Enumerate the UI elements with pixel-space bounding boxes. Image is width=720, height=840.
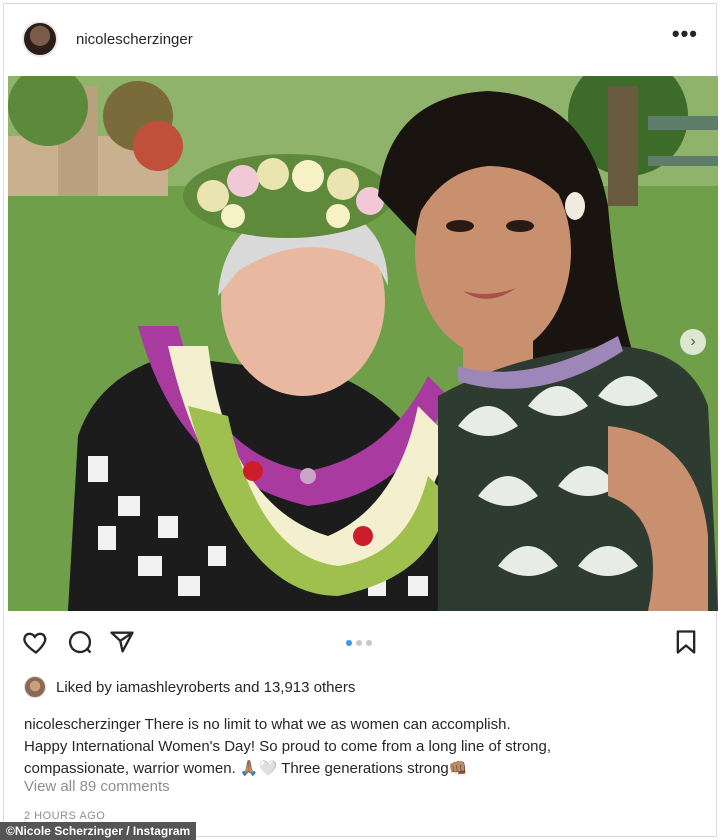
more-options-icon[interactable]: ••• (672, 23, 698, 49)
carousel-dot-active (346, 640, 352, 646)
view-comments-link[interactable]: View all 89 comments (24, 778, 170, 795)
caption-line-1: There is no limit to what we as women ca… (144, 716, 511, 733)
instagram-post: nicolescherzinger ••• › Liked by iamashl… (3, 3, 718, 837)
carousel-dot (356, 640, 362, 646)
bookmark-icon[interactable] (672, 628, 700, 656)
share-icon[interactable] (108, 628, 136, 656)
carousel-next-icon[interactable]: › (680, 329, 706, 355)
action-bar (4, 616, 716, 664)
post-header: nicolescherzinger ••• (4, 4, 716, 74)
post-username[interactable]: nicolescherzinger (76, 31, 193, 48)
likes-row[interactable]: Liked by iamashleyroberts and 13,913 oth… (24, 676, 355, 698)
caption-username[interactable]: nicolescherzinger (24, 716, 141, 733)
carousel-dot (366, 640, 372, 646)
photo-illustration (8, 76, 718, 611)
caption-line-2: Happy International Women's Day! So prou… (24, 738, 552, 755)
carousel-indicator (346, 640, 372, 646)
like-heart-icon[interactable] (22, 628, 50, 656)
post-photo[interactable]: › (8, 76, 718, 611)
liker-avatar (24, 676, 46, 698)
likes-text: Liked by iamashleyroberts and 13,913 oth… (56, 678, 356, 696)
photo-credit: ©Nicole Scherzinger / Instagram (0, 822, 197, 840)
post-caption: nicolescherzinger There is no limit to w… (24, 714, 694, 780)
avatar[interactable] (22, 21, 58, 57)
post-timestamp: 2 HOURS AGO (24, 810, 106, 822)
caption-line-3: compassionate, warrior women. 🙏🏽🤍 Three … (24, 760, 468, 777)
comment-icon[interactable] (66, 628, 94, 656)
